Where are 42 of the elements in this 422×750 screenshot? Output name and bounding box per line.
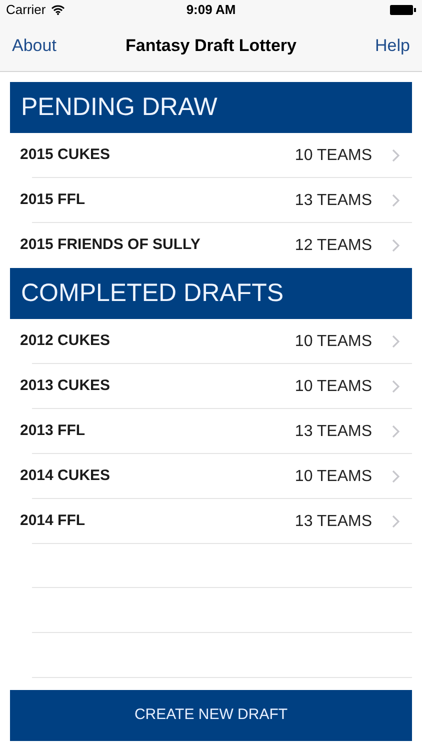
draft-name: 2015 CUKES [20,145,110,166]
chevron-icon [392,425,400,438]
chevron-icon [392,194,400,207]
about-link[interactable]: About [12,32,56,58]
clock-label: 9:09 AM [186,1,236,20]
draft-name: 2012 CUKES [20,331,110,352]
team-count: 10 TEAMS [294,332,372,352]
team-count: 10 TEAMS [294,376,372,396]
wifi-icon [50,5,65,15]
draft-name: 2013 CUKES [20,376,110,396]
chevron-icon [392,380,400,393]
chevron-icon [392,149,400,162]
battery-icon [390,5,416,15]
section-header: PENDING DRAW [10,82,412,133]
draft-row[interactable]: 2015 FFL 13 TEAMS [0,178,422,223]
draft-row[interactable]: 2012 CUKES 10 TEAMS [0,319,422,364]
create-draft-button[interactable]: CREATE NEW DRAFT [10,690,412,741]
draft-name: 2014 FFL [20,511,86,532]
draft-row[interactable]: 2013 CUKES 10 TEAMS [0,364,422,409]
carrier-label: Carrier [6,1,46,20]
help-link[interactable]: Help [375,32,410,58]
team-count: 13 TEAMS [294,422,372,442]
chevron-icon [392,515,400,528]
chevron-icon [392,470,400,483]
team-count: 10 TEAMS [294,146,372,166]
team-count: 13 TEAMS [294,190,372,210]
chevron-icon [392,335,400,348]
draft-row[interactable]: 2014 CUKES 10 TEAMS [0,454,422,499]
nav-title: Fantasy Draft Lottery [126,34,296,57]
team-count: 12 TEAMS [294,236,372,256]
draft-row[interactable]: 2015 FRIENDS OF SULLY 12 TEAMS [0,223,422,268]
draft-name: 2014 CUKES [20,466,110,486]
chevron-icon [392,239,400,252]
draft-row[interactable]: 2015 CUKES 10 TEAMS [0,133,422,178]
draft-row[interactable]: 2014 FFL 13 TEAMS [0,499,422,544]
team-count: 10 TEAMS [294,466,372,486]
section-header: COMPLETED DRAFTS [10,268,412,319]
draft-row[interactable]: 2013 FFL 13 TEAMS [0,409,422,454]
draft-name: 2015 FFL [20,190,86,210]
team-count: 13 TEAMS [294,512,372,532]
draft-name: 2013 FFL [20,421,86,442]
draft-name: 2015 FRIENDS OF SULLY [20,235,200,256]
